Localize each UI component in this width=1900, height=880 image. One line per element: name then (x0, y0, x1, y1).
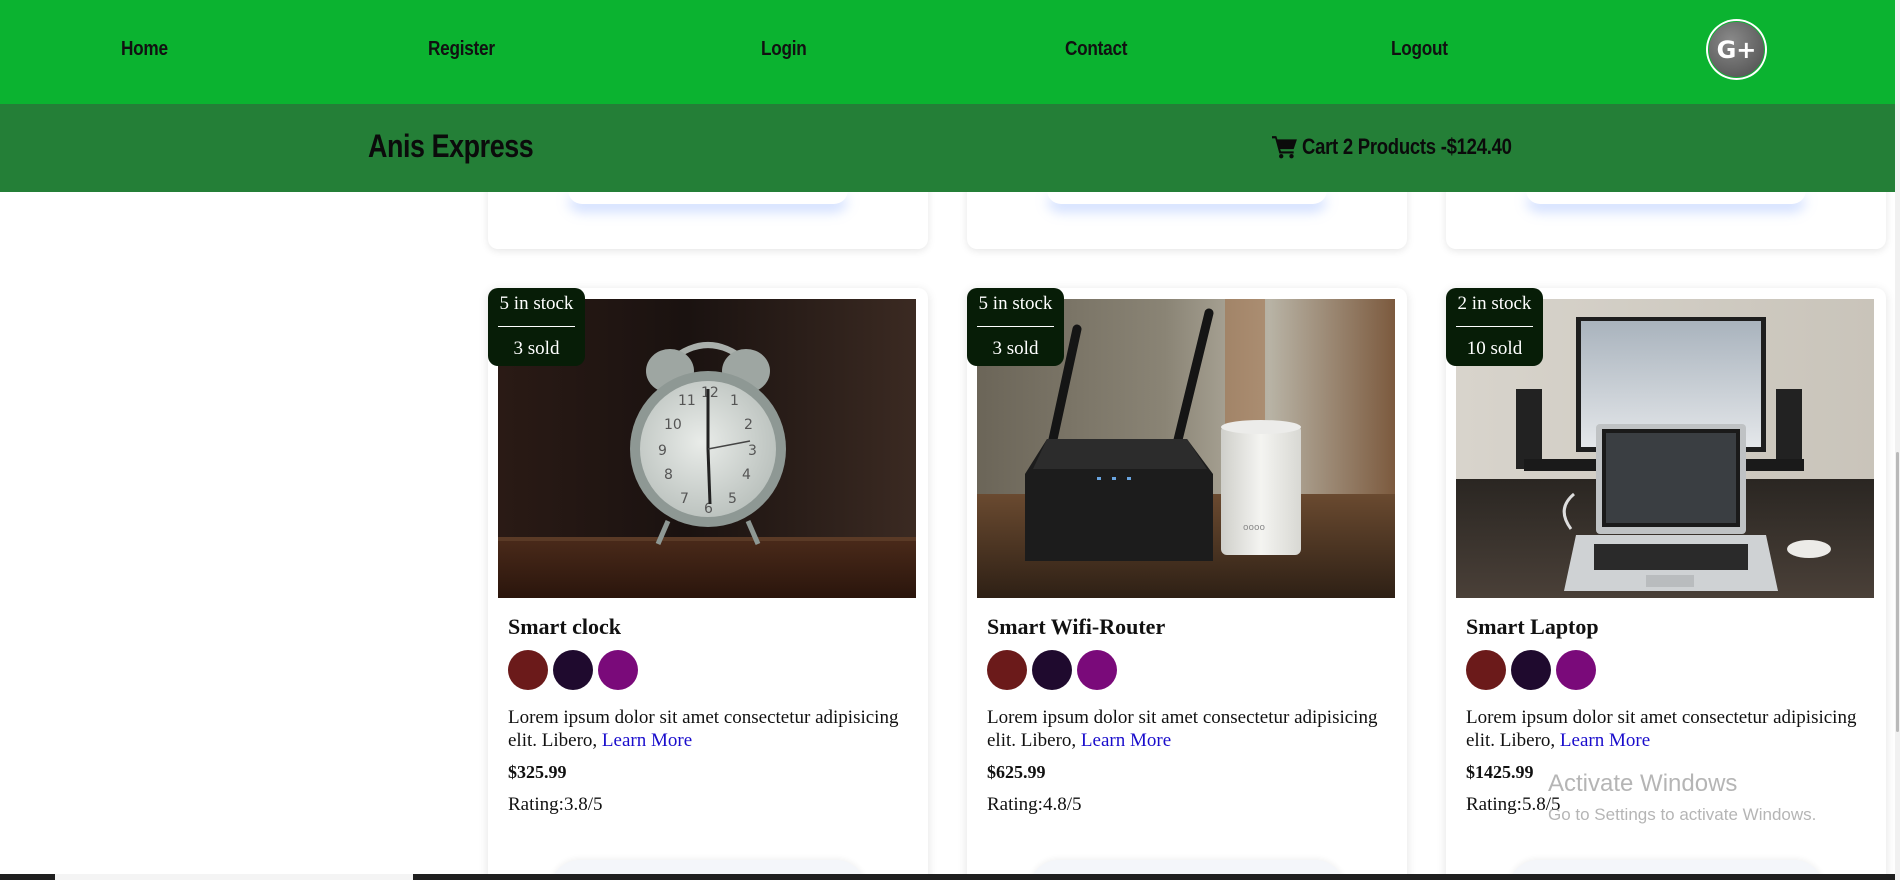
svg-text:9: 9 (658, 443, 667, 459)
activate-windows-title: Activate Windows (1548, 770, 1738, 797)
google-plus-button[interactable]: G+ (1706, 19, 1767, 80)
stock-badge: 5 in stock 3 sold (488, 288, 585, 366)
color-swatches (987, 650, 1117, 690)
sold-count: 3 sold (513, 338, 560, 359)
product-description: Lorem ipsum dolor sit amet consectetur a… (1466, 706, 1876, 752)
color-swatch-maroon[interactable] (508, 650, 548, 690)
description-text: Lorem ipsum dolor sit amet consectetur a… (1466, 707, 1857, 751)
taskbar-segment (55, 874, 413, 880)
learn-more-link[interactable]: Learn More (1081, 730, 1171, 751)
svg-text:4: 4 (742, 467, 751, 483)
product-card: 12 3 6 9 1245 7 8 10 11 5 in stock 3 sold Smar… (488, 288, 928, 880)
google-plus-icon: G+ (1708, 21, 1765, 78)
svg-text:10: 10 (664, 417, 682, 433)
description-text: Lorem ipsum dolor sit amet consectetur a… (508, 707, 899, 751)
cart-summary[interactable]: Cart 2 Products -$124.40 (1272, 134, 1552, 160)
color-swatch-dark-purple[interactable] (553, 650, 593, 690)
product-rating: Rating:4.8/5 (987, 794, 1082, 815)
color-swatches (508, 650, 638, 690)
svg-text:12: 12 (701, 385, 719, 401)
product-price: $1425.99 (1466, 762, 1534, 782)
svg-text:oooo: oooo (1243, 523, 1266, 533)
color-swatch-maroon[interactable] (987, 650, 1027, 690)
color-swatch-purple[interactable] (1077, 650, 1117, 690)
product-rating: Rating:5.8/5 (1466, 794, 1561, 815)
learn-more-link[interactable]: Learn More (602, 730, 692, 751)
svg-text:2: 2 (744, 417, 753, 433)
stock-count: 2 in stock (1457, 293, 1532, 314)
product-price: $625.99 (987, 762, 1046, 782)
svg-text:11: 11 (678, 393, 696, 409)
svg-text:3: 3 (748, 443, 757, 459)
product-title[interactable]: Smart Wifi-Router (987, 614, 1165, 640)
button-shadow (1047, 190, 1327, 204)
color-swatch-purple[interactable] (598, 650, 638, 690)
color-swatch-purple[interactable] (1556, 650, 1596, 690)
product-title[interactable]: Smart Laptop (1466, 614, 1599, 640)
nav-contact-link[interactable]: Contact (1065, 38, 1127, 61)
nav-logout-link[interactable]: Logout (1391, 38, 1448, 61)
stock-badge: 5 in stock 3 sold (967, 288, 1064, 366)
scrollbar-thumb[interactable] (1896, 452, 1899, 732)
stock-badge: 2 in stock 10 sold (1446, 288, 1543, 366)
vertical-scrollbar[interactable] (1895, 0, 1900, 880)
svg-text:7: 7 (680, 491, 689, 507)
product-description: Lorem ipsum dolor sit amet consectetur a… (987, 706, 1397, 752)
nav-login-link[interactable]: Login (761, 38, 807, 61)
svg-text:1: 1 (730, 393, 739, 409)
nav-register-link[interactable]: Register (428, 38, 495, 61)
svg-text:5: 5 (728, 491, 737, 507)
nav-home-link[interactable]: Home (121, 38, 168, 61)
sold-count: 3 sold (992, 338, 1039, 359)
color-swatch-dark-purple[interactable] (1032, 650, 1072, 690)
color-swatches (1466, 650, 1596, 690)
stock-count: 5 in stock (499, 293, 574, 314)
color-swatch-maroon[interactable] (1466, 650, 1506, 690)
product-title[interactable]: Smart clock (508, 614, 621, 640)
button-shadow (568, 190, 848, 204)
stock-count: 5 in stock (978, 293, 1053, 314)
product-card: oooo 5 in stock 3 sold Smart Wifi-Router… (967, 288, 1407, 880)
color-swatch-dark-purple[interactable] (1511, 650, 1551, 690)
site-brand[interactable]: Anis Express (368, 128, 534, 165)
learn-more-link[interactable]: Learn More (1560, 730, 1650, 751)
product-description: Lorem ipsum dolor sit amet consectetur a… (508, 706, 918, 752)
shopping-cart-icon (1272, 136, 1297, 159)
svg-text:8: 8 (664, 467, 673, 483)
brand-bar: Anis Express Cart 2 Products -$124.40 (0, 104, 1895, 192)
top-nav: Home Register Login Contact Logout G+ (0, 0, 1895, 104)
product-rating: Rating:3.8/5 (508, 794, 603, 815)
activate-windows-subtitle: Go to Settings to activate Windows. (1548, 805, 1817, 824)
description-text: Lorem ipsum dolor sit amet consectetur a… (987, 707, 1378, 751)
button-shadow (1526, 190, 1806, 204)
sold-count: 10 sold (1466, 338, 1523, 359)
cart-text: Cart 2 Products -$124.40 (1302, 134, 1512, 159)
product-price: $325.99 (508, 762, 567, 782)
